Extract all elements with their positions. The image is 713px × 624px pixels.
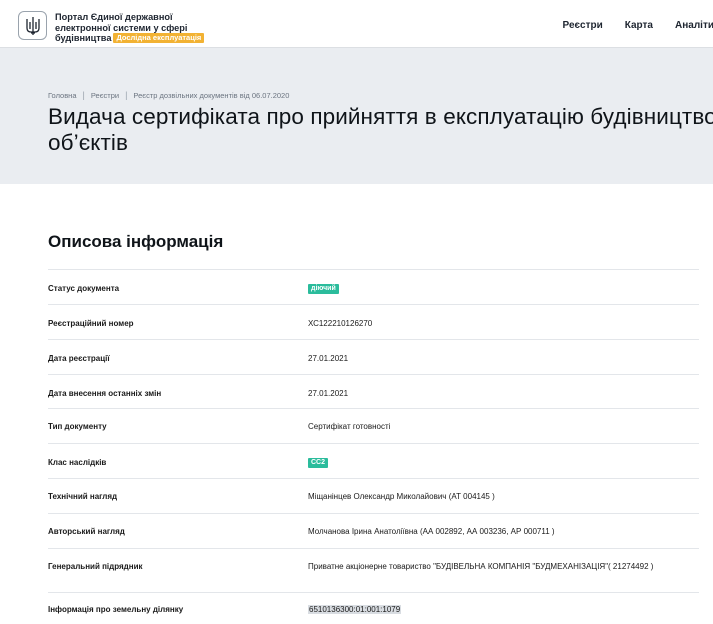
row-value: Сертифікат готовності [308, 422, 391, 431]
class-badge: СС2 [308, 458, 329, 468]
row-value: СС2 [308, 456, 698, 468]
info-row-author-supervision: Авторський нагляд Молчанова Ірина Анатол… [48, 513, 699, 548]
land-plot-cadastral-link[interactable]: 6510136300:01:001:1079 [308, 605, 402, 614]
row-label: Реєстраційний номер [48, 319, 134, 328]
page-hero: Головна | Реєстри | Реєстр дозвільних до… [0, 48, 713, 184]
site-header: Портал Єдиної державної електронної сист… [0, 0, 713, 48]
row-value: Міщанінцев Олександр Миколайович (АТ 004… [308, 492, 495, 501]
row-label: Тип документу [48, 422, 107, 431]
trident-logo-icon[interactable] [18, 11, 47, 40]
brand-line-2: електронної системи у сфері [55, 22, 188, 33]
row-value: Приватне акціонерне товариство "БУДІВЕЛЬ… [308, 562, 654, 571]
trident-icon [25, 16, 40, 35]
breadcrumb-registries[interactable]: Реєстри [91, 91, 119, 100]
page-title: Видача сертифіката про прийняття в експл… [48, 104, 713, 155]
breadcrumb: Головна | Реєстри | Реєстр дозвільних до… [48, 90, 289, 100]
portal-brand[interactable]: Портал Єдиної державної електронної сист… [55, 12, 215, 44]
row-value: 6510136300:01:001:1079 [308, 604, 698, 615]
nav-analytics[interactable]: Аналіти [675, 20, 713, 31]
info-row-reg-number: Реєстраційний номер ХС122210126270 [48, 304, 699, 339]
section-title: Описова інформація [48, 232, 224, 251]
row-label: Дата реєстрації [48, 354, 110, 363]
row-value: 27.01.2021 [308, 354, 349, 363]
row-label: Клас наслідків [48, 458, 107, 467]
breadcrumb-separator: | [125, 90, 128, 100]
test-mode-badge: Дослідна експлуатація [113, 33, 205, 44]
breadcrumb-current[interactable]: Реєстр дозвільних документів від 06.07.2… [133, 91, 289, 100]
brand-line-3: будівництва [55, 33, 112, 44]
nav-map[interactable]: Карта [625, 20, 653, 31]
info-row-reg-date: Дата реєстрації 27.01.2021 [48, 339, 699, 374]
info-row-land-plot: Інформація про земельну ділянку 65101363… [48, 592, 699, 622]
main-nav: Реєстри Карта Аналіти [541, 20, 713, 31]
info-row-doc-type: Тип документу Сертифікат готовності [48, 408, 699, 443]
status-badge: діючий [308, 284, 339, 294]
row-label: Дата внесення останніх змін [48, 389, 162, 398]
row-value: ХС122210126270 [308, 319, 373, 328]
info-table: Статус документа діючий Реєстраційний но… [48, 269, 699, 622]
row-value: Молчанова Ірина Анатоліївна (АА 002892, … [308, 527, 555, 536]
row-label: Авторський нагляд [48, 527, 125, 536]
info-row-general-contractor: Генеральний підрядник Приватне акціонерн… [48, 548, 699, 592]
row-label: Генеральний підрядник [48, 562, 143, 571]
brand-line-1: Портал Єдиної державної [55, 12, 173, 22]
row-label: Інформація про земельну ділянку [48, 605, 184, 614]
row-value: діючий [308, 282, 698, 294]
info-row-tech-supervision: Технічний нагляд Міщанінцев Олександр Ми… [48, 478, 699, 513]
breadcrumb-home[interactable]: Головна [48, 91, 77, 100]
info-row-last-change: Дата внесення останніх змін 27.01.2021 [48, 374, 699, 408]
info-row-consequence-class: Клас наслідків СС2 [48, 443, 699, 478]
row-value: 27.01.2021 [308, 389, 349, 398]
row-label: Статус документа [48, 284, 120, 293]
row-label: Технічний нагляд [48, 492, 118, 501]
breadcrumb-separator: | [82, 90, 85, 100]
nav-registries[interactable]: Реєстри [563, 20, 603, 31]
info-row-status: Статус документа діючий [48, 269, 699, 304]
